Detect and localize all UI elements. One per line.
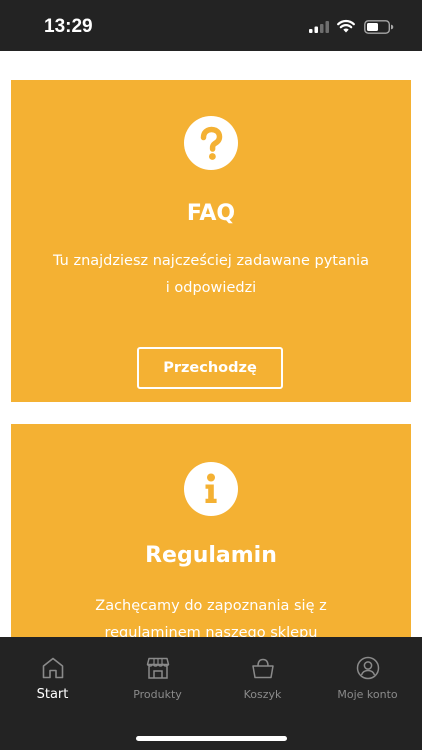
tab-moje-konto-label: Moje konto [337,688,398,701]
tab-produkty-label: Produkty [133,688,182,701]
faq-description: Tu znajdziesz najcześciej zadawane pytan… [53,253,369,296]
home-icon [42,657,64,679]
tab-produkty[interactable]: Produkty [105,637,210,717]
faq-go-button[interactable]: Przechodzę [137,347,283,389]
regulamin-title: Regulamin [145,543,277,568]
bottom-tab-bar: Start Produkty Koszyk Moje konto [0,637,422,750]
faq-title: FAQ [186,201,236,226]
home-indicator [136,736,287,741]
wifi-icon [337,20,355,33]
store-icon [146,657,170,679]
tab-koszyk[interactable]: Koszyk [210,637,315,717]
content-scroll-area[interactable]: FAQ Tu znajdziesz najcześciej zadawane p… [0,51,422,637]
signal-icon [309,21,329,33]
question-icon [184,116,238,170]
tab-start-label: Start [36,687,69,702]
status-bar: 13:29 [0,0,422,51]
tab-moje-konto[interactable]: Moje konto [315,637,420,717]
info-icon [184,462,238,516]
faq-card: FAQ Tu znajdziesz najcześciej zadawane p… [11,80,411,402]
account-icon [356,656,380,680]
regulamin-card: Regulamin Zachęcamy do zapoznania się z … [11,424,411,637]
tab-start[interactable]: Start [0,637,105,717]
regulamin-description: Zachęcamy do zapoznania się z regulamine… [95,598,327,637]
basket-icon [252,658,274,679]
battery-icon [364,20,394,34]
tab-koszyk-label: Koszyk [243,688,282,701]
status-time: 13:29 [44,16,93,37]
